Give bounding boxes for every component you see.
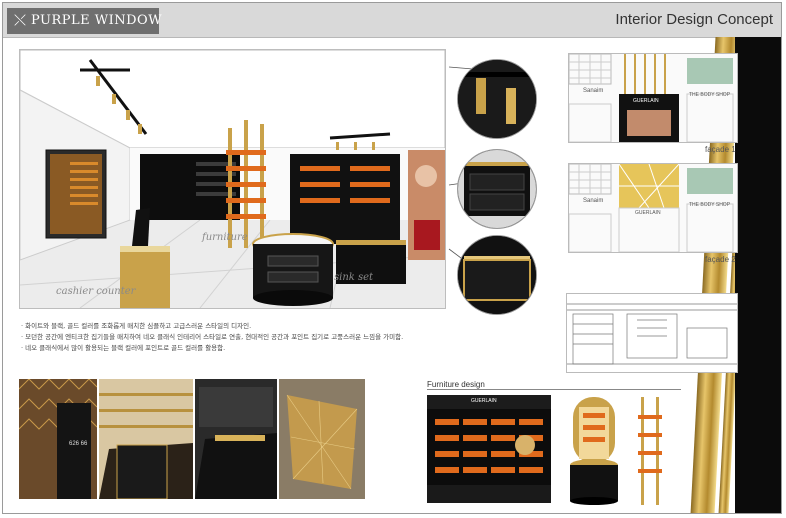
facade-2-caption: façade 2 [705, 255, 736, 264]
header-bar: ⤬ PURPLE WINDOW Interior Design Concept [3, 3, 781, 38]
black-side-panel [735, 37, 781, 513]
furniture-divider [427, 389, 681, 390]
note-line: · 화이트와 블랙, 골드 컬러를 조화롭게 매치한 심플하고 고급스러운 스타… [21, 322, 252, 330]
cashier-counter [120, 250, 170, 308]
window-logo-icon: ⤬ [13, 11, 26, 29]
facade-1-drawing: Sanaim GUERLAIN THE BODY SHOP [568, 53, 738, 143]
facade-2-drawing: Sanaim GUERLAIN THE BODY SHOP [568, 163, 738, 253]
reference-photo-gold-facade [279, 379, 365, 499]
reference-photo-entrance: 626 66 [19, 379, 97, 499]
facade-2-brand-center: GUERLAIN [635, 210, 661, 216]
facade-2-brand-right: THE BODY SHOP [689, 202, 731, 208]
label-sink-set: sink set [334, 272, 374, 283]
design-notes: · 화이트와 블랙, 골드 컬러를 조화롭게 매치한 심플하고 고급스러운 스타… [21, 321, 541, 354]
label-furniture: furniture [202, 232, 248, 243]
gold-display-rack [226, 120, 266, 248]
section-drawing [566, 293, 738, 373]
reference-photo-gold-shelving [99, 379, 193, 499]
facade-1-brand-right: THE BODY SHOP [689, 92, 731, 98]
door-sign: 626 66 [69, 441, 88, 447]
cabinet-brand: GUERLAIN [471, 398, 497, 404]
logo-text: PURPLE WINDOW [31, 13, 163, 28]
note-line: · 네오 클래식에서 많이 활용되는 블랙 컬러에 포인트로 골드 컬러를 활용… [21, 344, 226, 352]
furniture-round-counter [569, 397, 619, 505]
detail-circle-pendant-lights [457, 59, 537, 139]
note-line: · 모던한 공간에 엔티크한 집기들을 매치하여 네오 클래식 인테리어 스타일… [21, 333, 404, 341]
brand-logo: ⤬ PURPLE WINDOW [7, 8, 163, 34]
furniture-gold-rack [635, 397, 665, 505]
furniture-design-title: Furniture design [427, 380, 485, 389]
store-interior-render: furniture cashier counter sink set [19, 49, 446, 309]
facade-1-brand-center: GUERLAIN [633, 98, 659, 104]
label-cashier-counter: cashier counter [56, 286, 136, 297]
facade-1-caption: façade 1 [705, 145, 736, 154]
reference-photo-black-counter [195, 379, 277, 499]
design-board: ⤬ PURPLE WINDOW Interior Design Concept [2, 2, 782, 514]
detail-circle-gold-counter [457, 235, 537, 315]
furniture-display-cabinet: GUERLAIN [427, 395, 551, 503]
interior-perspective-drawing [20, 50, 445, 308]
detail-circle-black-cabinet [457, 149, 537, 229]
facade-2-brand-left: Sanaim [583, 198, 604, 204]
page-title: Interior Design Concept [615, 11, 773, 28]
facade-1-brand-left: Sanaim [583, 88, 604, 94]
